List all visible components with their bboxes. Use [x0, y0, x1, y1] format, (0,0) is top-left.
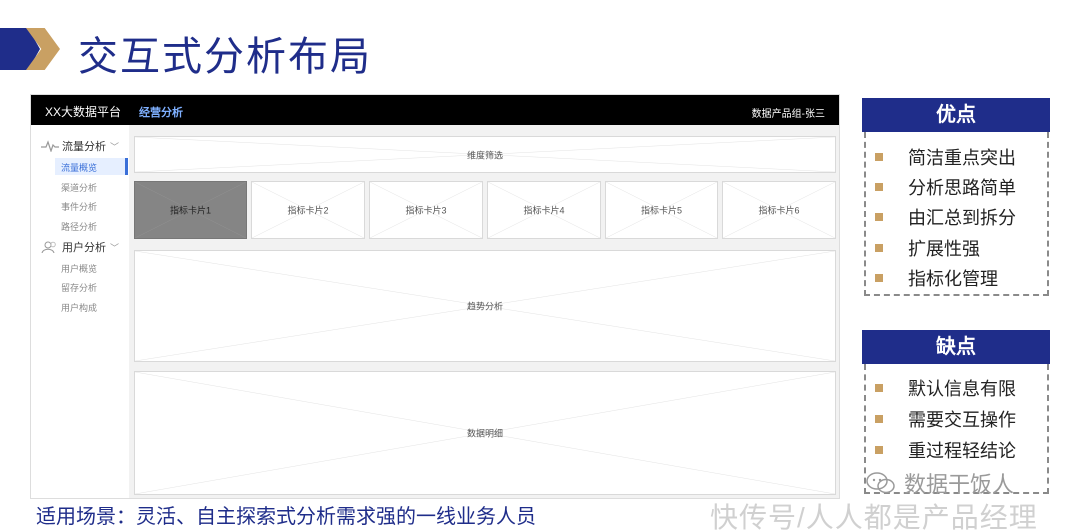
pros-item-text: 分析思路简单	[908, 178, 1016, 198]
bullet-square-icon	[875, 415, 883, 423]
bullet-square-icon	[875, 244, 883, 252]
sidebar-group-traffic[interactable]: 流量分析 ﹀	[41, 138, 119, 154]
pros-item-text: 扩展性强	[908, 239, 980, 259]
scenario-text: 适用场景：灵活、自主探索式分析需求强的一线业务人员	[36, 506, 536, 528]
metric-card-3[interactable]: 指标卡片3	[369, 181, 483, 239]
pros-item-text: 由汇总到拆分	[908, 208, 1016, 228]
user-menu[interactable]: 数据产品组-张三	[752, 105, 825, 120]
metric-card-5[interactable]: 指标卡片5	[605, 181, 718, 239]
pros-item: 由汇总到拆分	[875, 204, 1016, 230]
sidebar-item-user-overview[interactable]: 用户概览	[61, 262, 97, 275]
data-detail-placeholder[interactable]: 数据明细	[134, 371, 836, 495]
bullet-square-icon	[875, 274, 883, 282]
sidebar-group-users[interactable]: 用户分析 ﹀	[41, 239, 119, 255]
cons-item: 默认信息有限	[875, 375, 1016, 401]
bullet-square-icon	[875, 153, 883, 161]
metric-card-2[interactable]: 指标卡片2	[251, 181, 365, 239]
cons-item-text: 默认信息有限	[908, 379, 1016, 399]
metric-card-label: 指标卡片4	[523, 205, 565, 216]
pros-item: 指标化管理	[875, 265, 998, 291]
pros-item: 简洁重点突出	[875, 144, 1016, 170]
trend-analysis-placeholder[interactable]: 趋势分析	[134, 250, 836, 362]
watermark: 快传号/人人都是产品经理	[710, 502, 1038, 531]
sidebar-item-retention-analysis[interactable]: 留存分析	[61, 281, 97, 294]
bullet-square-icon	[875, 384, 883, 392]
sidebar-group-label: 流量分析	[62, 141, 106, 153]
dashboard-mockup: XX大数据平台 经营分析 数据产品组-张三 流量分析 ﹀ 流量概览 渠道分析 事…	[30, 94, 840, 499]
placeholder-label: 数据明细	[466, 428, 503, 439]
slide-header: 交互式分析布局	[0, 0, 1080, 80]
metric-card-4[interactable]: 指标卡片4	[487, 181, 601, 239]
sidebar-item-event-analysis[interactable]: 事件分析	[61, 200, 97, 213]
placeholder-label: 趋势分析	[466, 301, 503, 312]
nav-tab-business-analysis[interactable]: 经营分析	[139, 104, 183, 120]
pulse-line-icon	[41, 140, 59, 152]
bullet-square-icon	[875, 446, 883, 454]
pros-item: 分析思路简单	[875, 174, 1016, 200]
wechat-icon	[866, 472, 895, 494]
sidebar-group-label: 用户分析	[62, 242, 106, 254]
platform-brand[interactable]: XX大数据平台	[45, 103, 121, 120]
cons-item-text: 需要交互操作	[908, 410, 1016, 430]
metric-card-label: 指标卡片5	[640, 205, 682, 216]
wechat-brand: 数据干饭人	[866, 467, 1014, 499]
bullet-square-icon	[875, 213, 883, 221]
sidebar-item-user-composition[interactable]: 用户构成	[61, 301, 97, 314]
placeholder-label: 维度筛选	[466, 150, 503, 160]
dimension-filter-placeholder[interactable]: 维度筛选	[134, 136, 836, 173]
metric-card-1[interactable]: 指标卡片1	[134, 181, 247, 239]
chevron-down-icon: ﹀	[110, 242, 120, 253]
sidebar-item-path-analysis[interactable]: 路径分析	[61, 220, 97, 233]
wechat-brand-text: 数据干饭人	[904, 472, 1015, 497]
metric-card-label: 指标卡片2	[287, 205, 329, 216]
pros-item-text: 指标化管理	[908, 269, 998, 289]
pros-header: 优点	[862, 98, 1050, 132]
metric-card-label: 指标卡片1	[169, 205, 211, 216]
pros-item-text: 简洁重点突出	[908, 148, 1016, 168]
bullet-square-icon	[875, 183, 883, 191]
cons-header: 缺点	[862, 330, 1050, 364]
cons-item: 重过程轻结论	[875, 437, 1016, 463]
sidebar-item-channel-analysis[interactable]: 渠道分析	[61, 181, 97, 194]
mock-topbar: XX大数据平台 经营分析 数据产品组-张三	[31, 95, 839, 125]
slide-title: 交互式分析布局	[78, 35, 372, 79]
chevron-down-icon: ﹀	[110, 141, 120, 152]
pros-item: 扩展性强	[875, 235, 980, 261]
sidebar-item-traffic-overview[interactable]: 流量概览	[61, 161, 97, 174]
cons-item-text: 重过程轻结论	[908, 441, 1016, 461]
users-icon	[41, 241, 56, 253]
cons-item: 需要交互操作	[875, 406, 1016, 432]
metric-card-label: 指标卡片3	[405, 205, 447, 216]
sidebar-active-indicator	[125, 158, 128, 175]
metric-card-label: 指标卡片6	[758, 205, 800, 216]
metric-card-6[interactable]: 指标卡片6	[722, 181, 836, 239]
